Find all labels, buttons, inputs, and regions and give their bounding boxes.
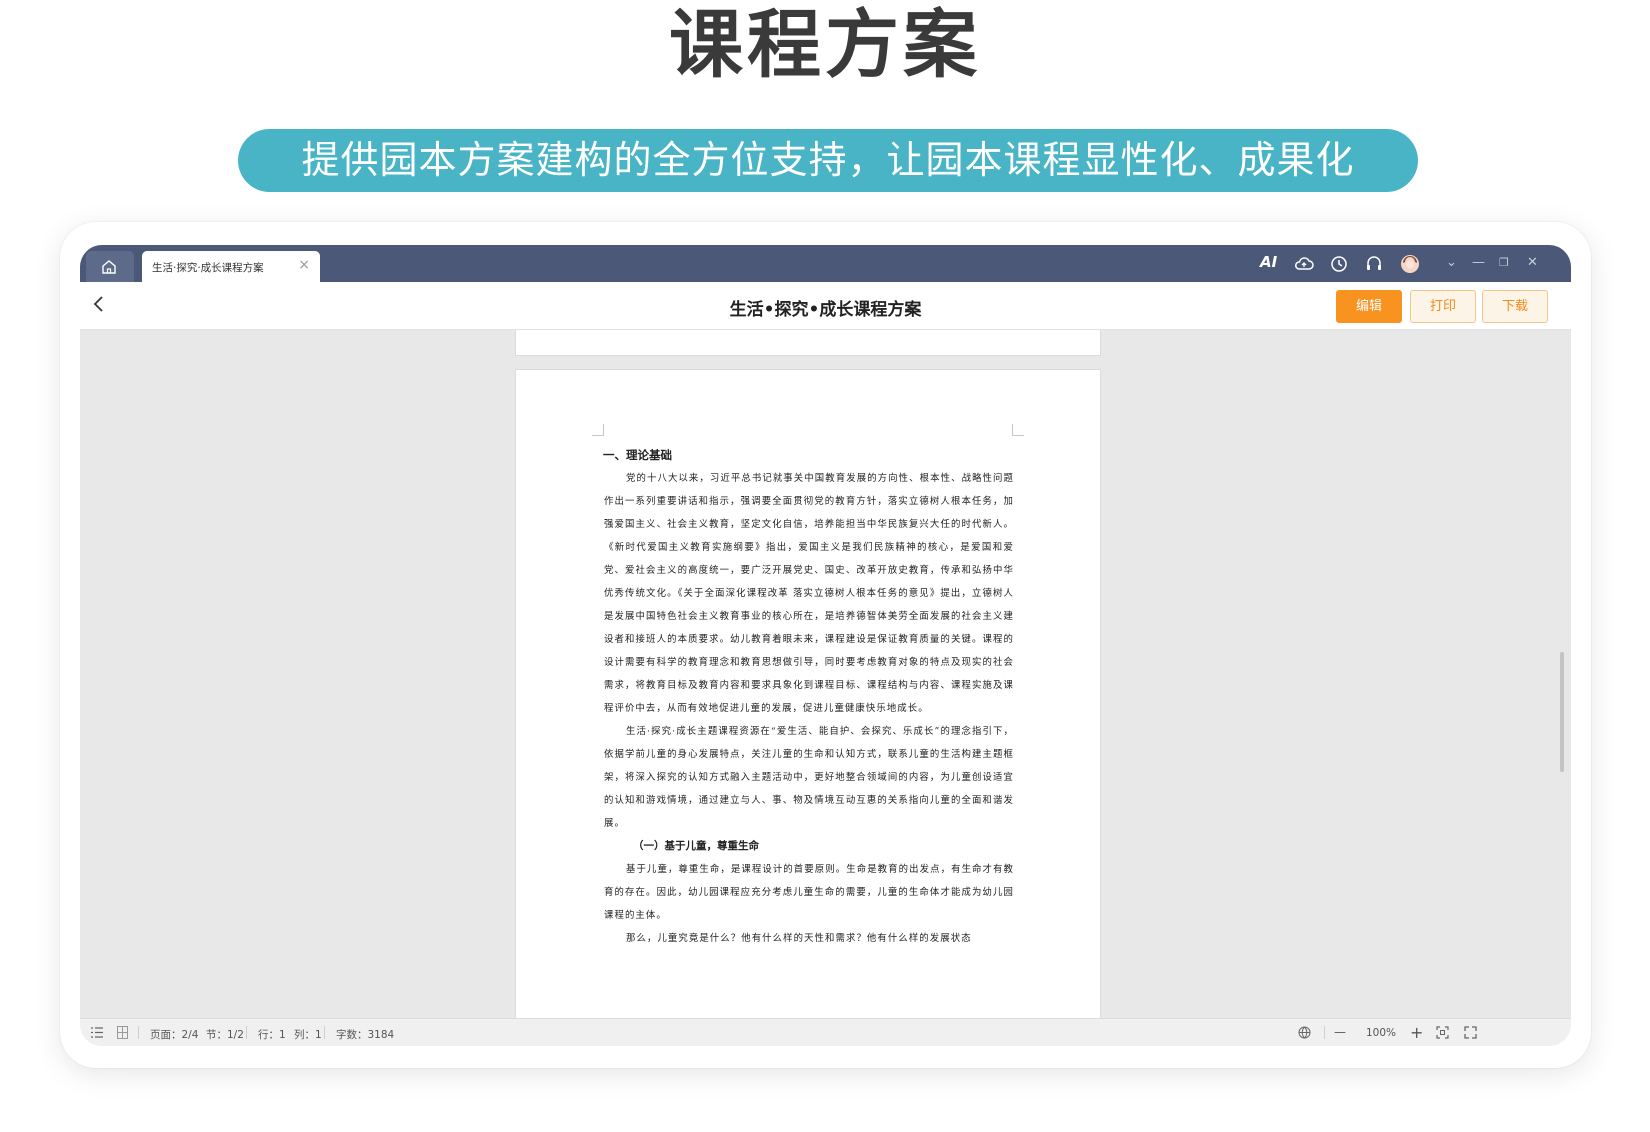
minimize-icon[interactable]: — (1472, 254, 1485, 272)
print-button[interactable]: 打印 (1410, 290, 1476, 323)
home-tab[interactable] (86, 251, 134, 282)
avatar[interactable] (1400, 254, 1420, 274)
cloud-icon[interactable] (1294, 254, 1314, 274)
restore-icon[interactable]: ❐ (1499, 254, 1509, 272)
hero-subtitle: 提供园本方案建构的全方位支持，让园本课程显性化、成果化 (238, 129, 1418, 192)
paragraph: 生活·探究·成长主题课程资源在“爱生活、能自护、会探究、乐成长”的理念指引下，依… (604, 726, 1014, 829)
close-icon[interactable]: ✕ (1527, 254, 1538, 272)
document-canvas[interactable]: 一、理论基础 党的十八大以来，习近平总书记就事关中国教育发展的方向性、根本性、战… (80, 330, 1571, 1018)
zoom-in-button[interactable]: + (1410, 1023, 1423, 1042)
app-window: 生活·探究·成长课程方案 × AI ⌄ — ❐ ✕ 生活•探究•成长课程方案 编… (80, 245, 1571, 1046)
headset-icon[interactable] (1364, 254, 1384, 274)
crop-mark (1012, 424, 1024, 436)
fullscreen-icon[interactable] (1464, 1026, 1477, 1039)
paragraph: 党的十八大以来，习近平总书记就事关中国教育发展的方向性、根本性、战略性问题作出一… (604, 473, 1014, 714)
previous-page (515, 330, 1101, 356)
fit-page-icon[interactable] (1436, 1026, 1449, 1039)
ai-icon[interactable]: AI (1260, 253, 1277, 271)
tab-close-icon[interactable]: × (298, 258, 310, 272)
column-indicator: 列：1 (294, 1029, 322, 1041)
vertical-scrollbar[interactable] (1560, 652, 1564, 772)
paragraph: 基于儿童，尊重生命，是课程设计的首要原则。生命是教育的出发点，有生命才有教育的存… (604, 864, 1014, 921)
subsection-heading: （一）基于儿童，尊重生命 (633, 840, 759, 852)
history-icon[interactable] (1329, 254, 1349, 274)
zoom-level[interactable]: 100% (1366, 1027, 1396, 1039)
divider (1324, 1026, 1325, 1039)
section-indicator: 节：1/2 (206, 1029, 244, 1041)
document-body: 一、理论基础 党的十八大以来，习近平总书记就事关中国教育发展的方向性、根本性、战… (603, 444, 1014, 950)
divider (246, 1026, 247, 1039)
outline-icon[interactable] (91, 1027, 103, 1038)
document-tab-label: 生活·探究·成长课程方案 (152, 262, 264, 274)
zoom-out-button[interactable]: — (1334, 1025, 1346, 1039)
globe-icon[interactable] (1298, 1026, 1311, 1039)
document-header: 生活•探究•成长课程方案 编辑 打印 下载 (80, 282, 1571, 330)
page-indicator[interactable]: 页面：2/4 (150, 1027, 198, 1042)
download-button[interactable]: 下载 (1482, 290, 1548, 323)
document-page[interactable]: 一、理论基础 党的十八大以来，习近平总书记就事关中国教育发展的方向性、根本性、战… (515, 369, 1101, 1018)
divider (324, 1026, 325, 1039)
home-icon (102, 260, 116, 274)
word-count: 字数：3184 (336, 1029, 395, 1041)
title-bar: 生活·探究·成长课程方案 × AI ⌄ — ❐ ✕ (80, 245, 1571, 282)
status-bar: 页面：2/4 节：1/2 行：1 列：1 字数：3184 — 100% + (80, 1018, 1571, 1046)
edit-button[interactable]: 编辑 (1336, 290, 1402, 323)
hero-title: 课程方案 (669, 2, 981, 88)
crop-mark (592, 424, 604, 436)
row-indicator: 行：1 (258, 1029, 286, 1041)
chevron-down-icon[interactable]: ⌄ (1446, 254, 1457, 272)
document-tab[interactable]: 生活·探究·成长课程方案 × (142, 251, 320, 282)
divider (138, 1026, 139, 1039)
paragraph: 那么，儿童究竟是什么？他有什么样的天性和需求？他有什么样的发展状态 (626, 933, 972, 944)
section-heading: 一、理论基础 (603, 448, 672, 462)
page-view-icon[interactable] (117, 1026, 128, 1039)
